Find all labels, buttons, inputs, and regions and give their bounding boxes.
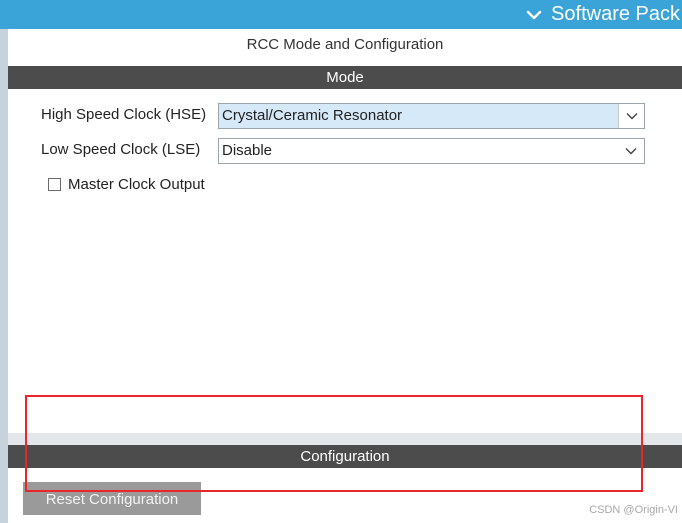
chevron-down-icon (626, 113, 637, 120)
software-packs-menu[interactable]: Software Pack (525, 0, 680, 29)
top-bar: Software Pack (0, 0, 682, 29)
rcc-configuration-window: Software Pack RCC Mode and Configuration… (0, 0, 682, 523)
master-clock-output-checkbox[interactable] (48, 178, 61, 191)
lse-select[interactable]: Disable (218, 138, 645, 164)
hse-select-value: Crystal/Ceramic Resonator (222, 107, 403, 124)
hse-dropdown-button[interactable] (618, 104, 644, 128)
hse-row: High Speed Clock (HSE) (41, 106, 206, 123)
configuration-section-header: Configuration (8, 445, 682, 468)
hse-select[interactable]: Crystal/Ceramic Resonator (218, 103, 645, 129)
lse-label: Low Speed Clock (LSE) (41, 141, 201, 158)
panel-title: RCC Mode and Configuration (246, 36, 444, 53)
left-panel-edge (0, 29, 8, 523)
watermark: CSDN @Origin-VI (589, 504, 678, 516)
chevron-down-icon (625, 148, 637, 155)
lse-select-value: Disable (222, 142, 273, 159)
lse-row: Low Speed Clock (LSE) (41, 141, 200, 158)
master-clock-output-label: Master Clock Output (68, 176, 205, 193)
lse-dropdown-button[interactable] (618, 139, 644, 163)
software-packs-label: Software Pack (551, 3, 680, 25)
chevron-down-icon (526, 10, 542, 19)
hse-label: High Speed Clock (HSE) (41, 106, 207, 123)
panel-splitter[interactable] (8, 433, 682, 445)
mode-section-header: Mode (8, 66, 682, 89)
master-clock-output-row[interactable]: Master Clock Output (48, 176, 205, 193)
reset-configuration-button[interactable]: Reset Configuration (23, 482, 201, 515)
